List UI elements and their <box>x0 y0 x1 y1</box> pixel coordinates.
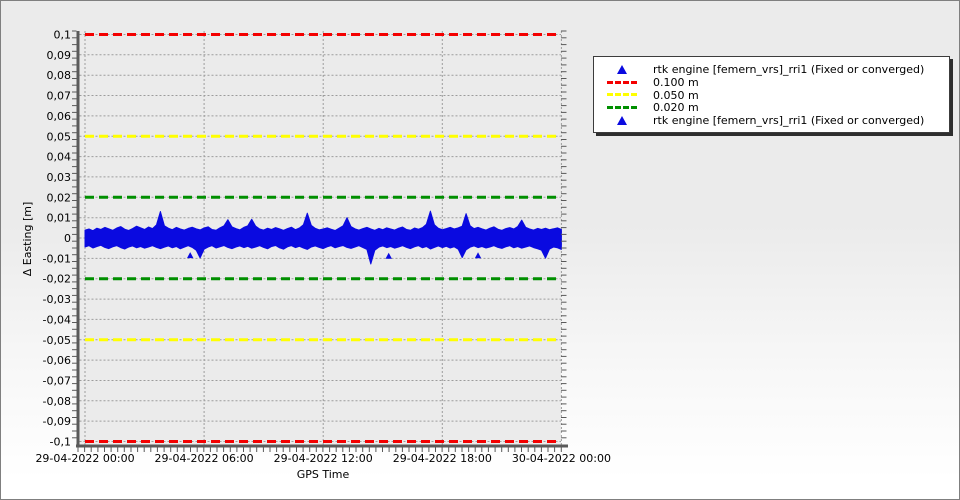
x-tick-label: 29-04-2022 12:00 <box>274 452 373 465</box>
legend-item-label: 0.020 m <box>653 101 699 114</box>
x-tick-label: 29-04-2022 00:00 <box>35 452 134 465</box>
dash-segment <box>623 93 629 96</box>
x-tick-label: 29-04-2022 18:00 <box>393 452 492 465</box>
dash-segment <box>615 93 621 96</box>
y-tick-label: -0,04 <box>43 313 71 326</box>
triangle-icon <box>617 65 627 74</box>
y-tick-label: 0,01 <box>47 212 72 225</box>
x-tick-labels: 29-04-2022 00:00 29-04-2022 06:00 29-04-20… <box>35 452 611 465</box>
y-tick-label: 0,03 <box>47 171 72 184</box>
y-tick-label: 0,1 <box>54 29 72 42</box>
y-tick-label: 0,08 <box>47 69 72 82</box>
dash-segment <box>607 93 613 96</box>
y-tick-label: 0,05 <box>47 130 72 143</box>
y-tick-label: -0,06 <box>43 354 71 367</box>
legend-item-label: 0.050 m <box>653 89 699 102</box>
y-tick-label: -0,02 <box>43 273 71 286</box>
y-axis-title: Δ Easting [m] <box>21 202 34 277</box>
legend-item: 0.020 m <box>600 101 943 114</box>
legend-item: rtk engine [femern_vrs]_rri1 (Fixed or c… <box>600 114 943 127</box>
legend-item: 0.050 m <box>600 89 943 102</box>
dashes-icon <box>606 106 638 109</box>
dash-segment <box>631 81 637 84</box>
x-tick-label: 30-04-2022 00:00 <box>512 452 611 465</box>
dash-segment <box>623 106 629 109</box>
y-tick-label: 0,06 <box>47 110 72 123</box>
chart-window: 0,1 0,09 0,08 0,07 0,06 0,05 0,04 0,03 0,02 0,01 0… <box>0 0 960 500</box>
dash-segment <box>631 93 637 96</box>
legend-item: 0.100 m <box>600 76 943 89</box>
triangle-icon <box>617 116 627 125</box>
y-tick-label: -0,03 <box>43 293 71 306</box>
dash-segment <box>615 81 621 84</box>
legend-item: rtk engine [femern_vrs]_rri1 (Fixed or c… <box>600 63 943 76</box>
dashes-icon <box>606 93 638 96</box>
y-tick-label: -0,05 <box>43 334 71 347</box>
y-tick-label: 0,02 <box>47 191 72 204</box>
dash-segment <box>607 106 613 109</box>
triangle-marker-icon <box>600 116 644 125</box>
dash-segment <box>615 106 621 109</box>
y-tick-label: -0,1 <box>50 436 71 449</box>
dashed-line-icon <box>600 106 644 109</box>
legend-item-label: 0.100 m <box>653 76 699 89</box>
dash-segment <box>607 81 613 84</box>
dashed-line-icon <box>600 93 644 96</box>
dash-segment <box>631 106 637 109</box>
y-tick-label: -0,01 <box>43 252 71 265</box>
y-tick-label: -0,08 <box>43 395 71 408</box>
dash-segment <box>623 81 629 84</box>
legend-item-label: rtk engine [femern_vrs]_rri1 (Fixed or c… <box>653 63 924 76</box>
y-tick-label: -0,07 <box>43 375 71 388</box>
y-tick-label: 0 <box>64 232 71 245</box>
legend-item-label: rtk engine [femern_vrs]_rri1 (Fixed or c… <box>653 114 924 127</box>
y-tick-label: 0,09 <box>47 49 72 62</box>
x-tick-label: 29-04-2022 06:00 <box>155 452 254 465</box>
triangle-marker-icon <box>600 65 644 74</box>
y-tick-label: 0,04 <box>47 151 72 164</box>
legend: rtk engine [femern_vrs]_rri1 (Fixed or c… <box>593 56 950 133</box>
x-axis-title: GPS Time <box>297 468 350 481</box>
y-tick-label: 0,07 <box>47 90 72 103</box>
y-tick-labels: 0,1 0,09 0,08 0,07 0,06 0,05 0,04 0,03 0,02 0,01 0… <box>43 29 71 449</box>
y-tick-label: -0,09 <box>43 415 71 428</box>
dashed-line-icon <box>600 81 644 84</box>
dashes-icon <box>606 81 638 84</box>
